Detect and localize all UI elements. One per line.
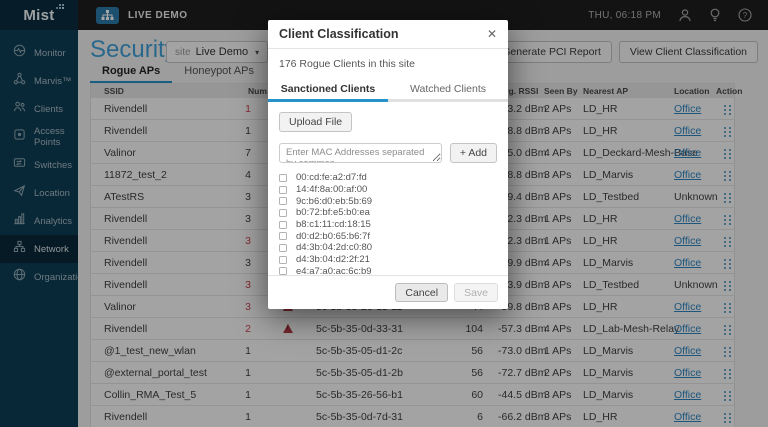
- mac-address-input[interactable]: [279, 143, 442, 163]
- modal-tabs: Sanctioned ClientsWatched Clients: [268, 77, 508, 102]
- add-mac-button[interactable]: + Add: [450, 143, 497, 163]
- mac-address-label: e4:a7:a0:ac:6c:b9: [296, 266, 372, 275]
- mac-checkbox[interactable]: [279, 221, 287, 229]
- mac-list-item: d4:3b:04:d2:2f:21: [279, 254, 497, 266]
- modal-title: Client Classification: [279, 27, 398, 41]
- mac-address-label: 9c:b6:d0:eb:5b:69: [296, 196, 372, 207]
- upload-file-button[interactable]: Upload File: [279, 112, 352, 132]
- mac-address-label: d0:d2:b0:65:b6:7f: [296, 231, 370, 242]
- mac-list-item: 00:cd:fe:a2:d7:fd: [279, 172, 497, 184]
- mac-list-item: d4:3b:04:2d:c0:80: [279, 242, 497, 254]
- mac-checkbox[interactable]: [279, 186, 287, 194]
- modal-subtitle: 176 Rogue Clients in this site: [268, 49, 508, 77]
- mac-list-item: e4:a7:a0:ac:6c:b9: [279, 266, 497, 276]
- mac-checkbox[interactable]: [279, 209, 287, 217]
- mac-list-item: 14:4f:8a:00:af:00: [279, 184, 497, 196]
- cancel-button[interactable]: Cancel: [395, 283, 448, 302]
- close-icon[interactable]: ✕: [487, 28, 497, 40]
- client-classification-modal: Client Classification ✕ 176 Rogue Client…: [268, 20, 508, 309]
- mac-list-item: b8:c1:11:cd:18:15: [279, 219, 497, 231]
- mac-checkbox[interactable]: [279, 232, 287, 240]
- modal-tab-sanctioned-clients[interactable]: Sanctioned Clients: [268, 77, 388, 102]
- mac-checkbox[interactable]: [279, 197, 287, 205]
- mac-checkbox[interactable]: [279, 267, 287, 275]
- app-window: LIVE DEMO THU, 06:18 PM ? Mist MonitorMa…: [0, 0, 768, 427]
- mac-address-label: b8:c1:11:cd:18:15: [296, 219, 371, 230]
- mac-checkbox[interactable]: [279, 244, 287, 252]
- mac-address-label: b0:72:bf:e5:b0:ea: [296, 207, 370, 218]
- mac-address-label: d4:3b:04:2d:c0:80: [296, 242, 372, 253]
- mac-address-label: 00:cd:fe:a2:d7:fd: [296, 172, 367, 183]
- save-button[interactable]: Save: [454, 283, 498, 302]
- mac-address-label: d4:3b:04:d2:2f:21: [296, 254, 370, 265]
- mac-address-label: 14:4f:8a:00:af:00: [296, 184, 367, 195]
- mac-list-item: 9c:b6:d0:eb:5b:69: [279, 195, 497, 207]
- mac-checkbox[interactable]: [279, 174, 287, 182]
- mac-list-item: d0:d2:b0:65:b6:7f: [279, 230, 497, 242]
- modal-tab-watched-clients[interactable]: Watched Clients: [388, 77, 508, 102]
- mac-list: 00:cd:fe:a2:d7:fd14:4f:8a:00:af:009c:b6:…: [279, 172, 497, 275]
- mac-checkbox[interactable]: [279, 256, 287, 264]
- mac-list-item: b0:72:bf:e5:b0:ea: [279, 207, 497, 219]
